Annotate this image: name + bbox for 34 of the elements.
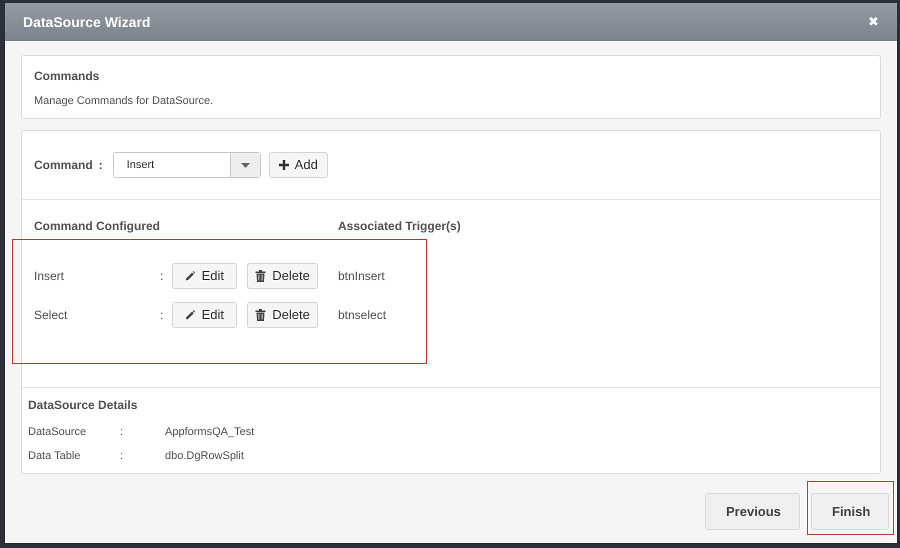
plus-icon: [278, 160, 289, 170]
column-heading: Command Configured: [34, 218, 161, 235]
detail-value: AppformsQA_Test: [165, 424, 254, 440]
trigger-name: btnInsert: [338, 268, 385, 284]
delete-button[interactable]: Delete: [247, 302, 318, 328]
dropdown-caret-icon: [240, 162, 250, 168]
trash-icon: [255, 308, 266, 320]
pencil-icon: [185, 308, 196, 320]
edit-button[interactable]: Edit: [172, 302, 237, 328]
command-dropdown[interactable]: Insert: [112, 152, 261, 178]
previous-button[interactable]: Previous: [705, 493, 800, 530]
column-heading: Associated Trigger(s): [338, 218, 461, 235]
separator: :: [98, 157, 103, 174]
section-title: Commands: [34, 68, 100, 85]
finish-button[interactable]: Finish: [811, 493, 889, 530]
detail-value: dbo.DgRowSplit: [165, 448, 244, 464]
command-label: Command: [34, 157, 93, 174]
edit-button[interactable]: Edit: [172, 262, 237, 288]
detail-label: Data Table: [28, 448, 82, 464]
delete-button[interactable]: Delete: [247, 262, 318, 288]
window-title: DataSource Wizard: [23, 12, 150, 32]
trigger-name: btnselect: [338, 306, 386, 324]
command-name: Insert: [34, 268, 66, 284]
separator: :: [160, 268, 164, 284]
add-button[interactable]: Add: [268, 152, 328, 178]
trash-icon: [255, 270, 266, 282]
command-name: Select: [34, 306, 68, 324]
separator: :: [160, 306, 164, 324]
pencil-icon: [185, 270, 196, 282]
separator: :: [120, 424, 124, 440]
details-heading: DataSource Details: [28, 397, 138, 414]
separator: :: [120, 448, 124, 464]
section-description: Manage Commands for DataSource.: [34, 94, 214, 109]
detail-label: DataSource: [28, 424, 88, 440]
